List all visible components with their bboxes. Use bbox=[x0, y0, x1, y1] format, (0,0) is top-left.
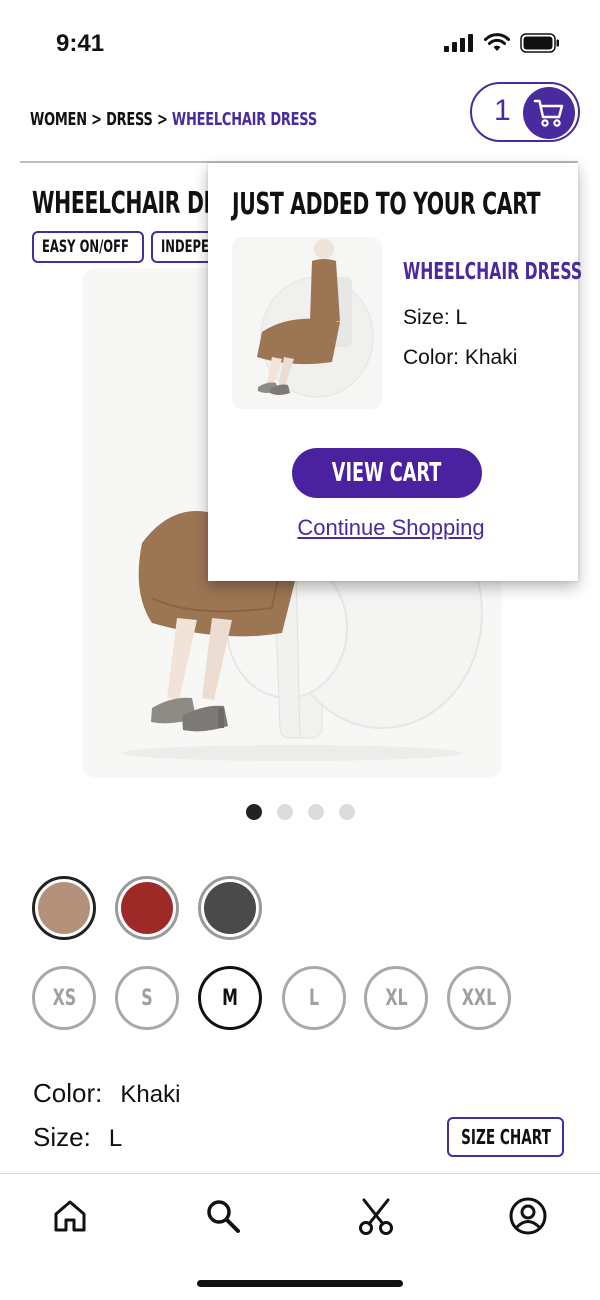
view-cart-label: VIEW CART bbox=[332, 458, 442, 488]
size-value: L bbox=[108, 1125, 123, 1152]
swatch-fill bbox=[38, 882, 90, 934]
scissors-icon bbox=[359, 1198, 393, 1235]
size-option-xl[interactable]: XL bbox=[364, 966, 428, 1030]
size-chart-label: SIZE CHART bbox=[460, 1125, 551, 1149]
color-selection: Color: Khaki bbox=[33, 1078, 180, 1109]
size-option-label: M bbox=[222, 985, 238, 1011]
size-option-label: XXL bbox=[461, 985, 497, 1011]
carousel-dot[interactable] bbox=[308, 804, 324, 820]
popup-item-color: Color: Khaki bbox=[403, 346, 518, 369]
search-icon bbox=[207, 1200, 240, 1233]
size-option-xs[interactable]: XS bbox=[32, 966, 96, 1030]
status-time: 9:41 bbox=[56, 30, 105, 57]
bottom-nav-divider bbox=[0, 1173, 600, 1174]
size-option-label: XL bbox=[384, 985, 408, 1011]
size-option-xxl[interactable]: XXL bbox=[447, 966, 511, 1030]
color-value: Khaki bbox=[120, 1081, 181, 1108]
color-swatch-khaki[interactable] bbox=[32, 876, 96, 940]
color-swatch-charcoal[interactable] bbox=[198, 876, 262, 940]
popup-item-size: Size: L bbox=[403, 306, 468, 329]
popup-item-name: WHEELCHAIR DRESS bbox=[403, 259, 600, 285]
size-selection: Size: L bbox=[33, 1122, 122, 1153]
item-thumbnail-photo bbox=[257, 239, 374, 398]
wifi-icon bbox=[484, 33, 510, 51]
size-option-label: L bbox=[308, 985, 320, 1011]
size-option-m[interactable]: M bbox=[198, 966, 262, 1030]
breadcrumb: WOMEN > DRESS > WHEELCHAIR DRESS bbox=[30, 105, 429, 133]
size-option-label: XS bbox=[52, 985, 76, 1011]
size-option-s[interactable]: S bbox=[115, 966, 179, 1030]
carousel-dots bbox=[246, 804, 355, 820]
swatch-fill bbox=[204, 882, 256, 934]
status-icons bbox=[444, 33, 560, 53]
home-indicator bbox=[197, 1280, 403, 1287]
added-to-cart-popup: JUST ADDED TO YOUR CART WHEELCHAIR DRESS… bbox=[208, 163, 582, 581]
size-option-l[interactable]: L bbox=[282, 966, 346, 1030]
nav-search[interactable] bbox=[203, 1196, 243, 1236]
popup-item-thumbnail bbox=[232, 237, 382, 409]
swatch-fill bbox=[121, 882, 173, 934]
carousel-dot[interactable] bbox=[246, 804, 262, 820]
color-swatch-red[interactable] bbox=[115, 876, 179, 940]
popup-title: JUST ADDED TO YOUR CART bbox=[232, 187, 600, 222]
breadcrumb-separator: > bbox=[152, 108, 172, 130]
cart-count: 1 bbox=[494, 94, 511, 127]
tag-easy-on-off: EASY ON/OFF bbox=[32, 231, 144, 263]
signal-icon bbox=[444, 34, 473, 52]
continue-shopping-link[interactable]: Continue Shopping bbox=[208, 515, 574, 541]
view-cart-button[interactable]: VIEW CART bbox=[292, 448, 482, 498]
carousel-dot[interactable] bbox=[277, 804, 293, 820]
color-label: Color: bbox=[33, 1078, 103, 1108]
size-option-label: S bbox=[141, 985, 153, 1011]
home-icon bbox=[54, 1200, 86, 1232]
popup-title-text: JUST ADDED TO YOUR CART bbox=[232, 187, 541, 222]
breadcrumb-women[interactable]: WOMEN bbox=[30, 109, 87, 130]
user-circle-icon bbox=[509, 1197, 547, 1235]
popup-item-name-text: WHEELCHAIR DRESS bbox=[403, 259, 583, 285]
breadcrumb-current: WHEELCHAIR DRESS bbox=[171, 108, 317, 130]
nav-alterations[interactable] bbox=[356, 1196, 396, 1236]
battery-icon bbox=[520, 33, 559, 53]
nav-home[interactable] bbox=[50, 1196, 90, 1236]
size-chart-button[interactable]: SIZE CHART bbox=[447, 1117, 564, 1157]
cart-icon bbox=[533, 99, 564, 127]
nav-account[interactable] bbox=[508, 1196, 548, 1236]
carousel-dot[interactable] bbox=[339, 804, 355, 820]
cart-button[interactable]: 1 bbox=[470, 82, 580, 142]
tag-label: EASY ON/OFF bbox=[42, 237, 129, 257]
breadcrumb-separator: > bbox=[86, 108, 107, 130]
breadcrumb-dress[interactable]: DRESS bbox=[106, 109, 153, 130]
size-label: Size: bbox=[33, 1122, 91, 1152]
cart-icon-circle bbox=[523, 87, 575, 139]
